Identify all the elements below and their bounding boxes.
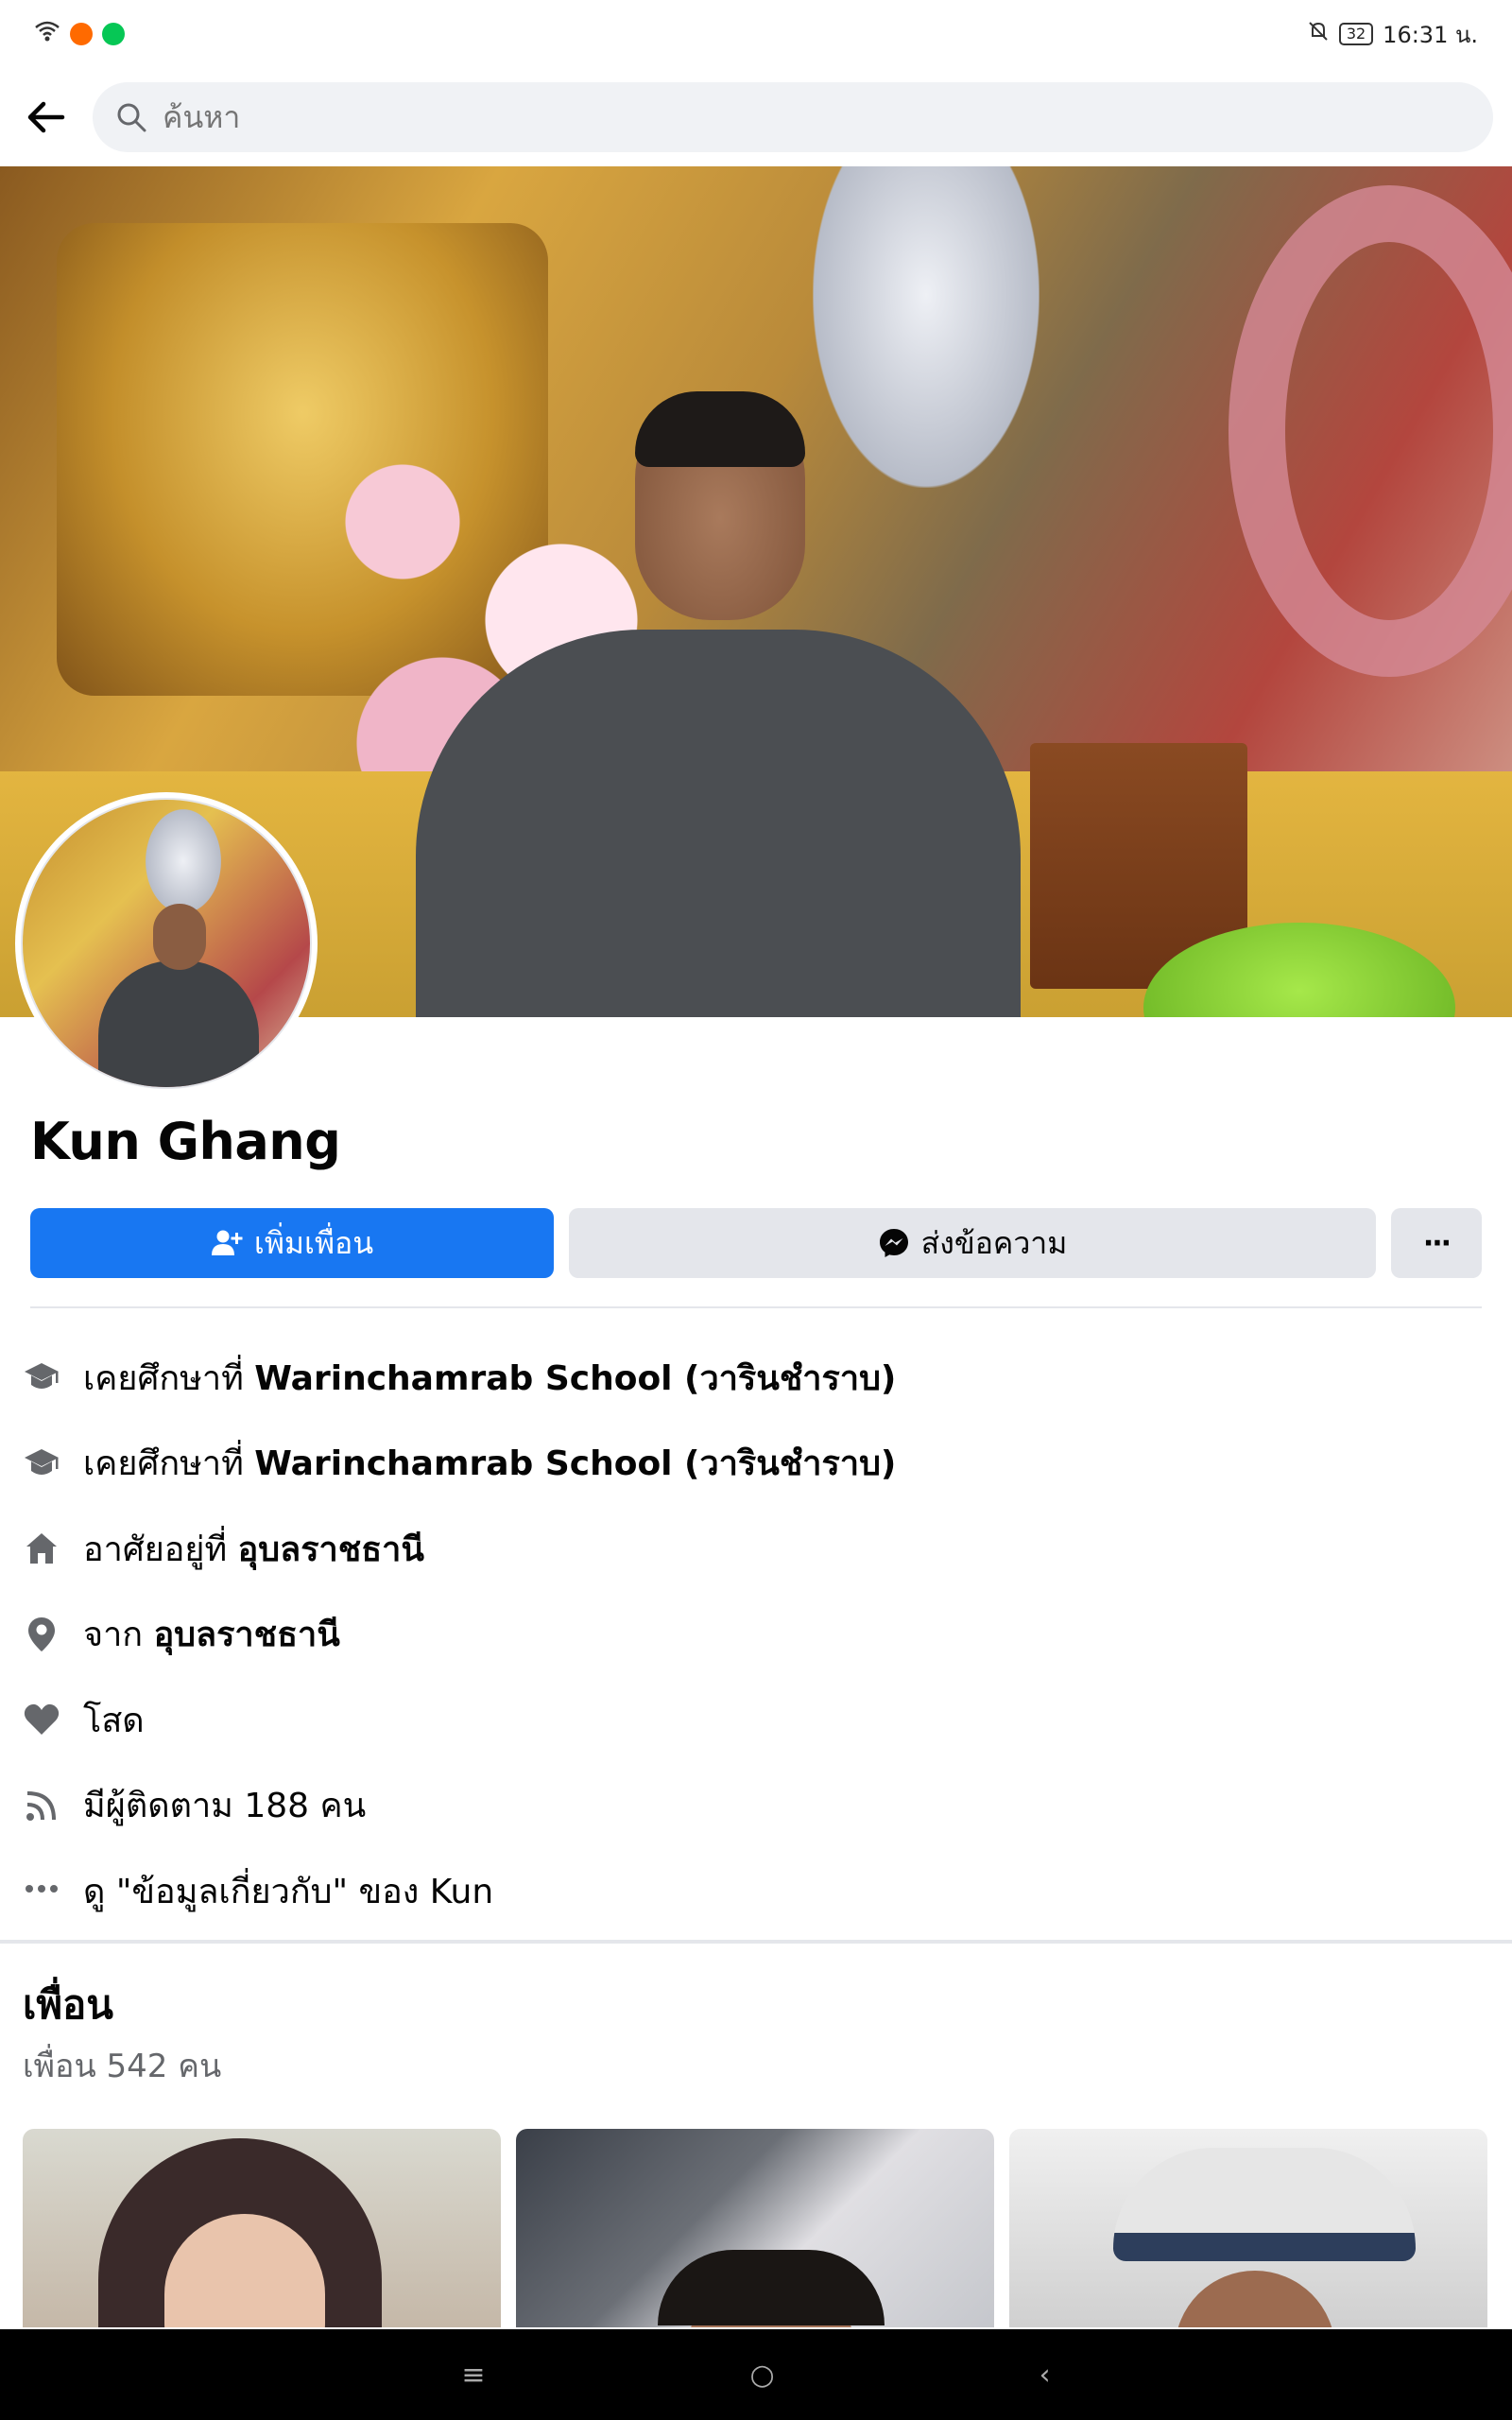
action-buttons: เพิ่มเพื่อน ส่งข้อความ ···: [30, 1208, 1482, 1278]
status-bar: 32 16:31 น.: [0, 0, 1512, 68]
friends-grid: [23, 2129, 1489, 2327]
intro-list: เคยศึกษาที่ Warinchamrab School (วารินชำ…: [21, 1335, 1495, 1934]
intro-text: เคยศึกษาที่ Warinchamrab School (วารินชำ…: [83, 1351, 896, 1405]
location-pin-icon: [21, 1614, 62, 1655]
intro-prefix: จาก: [83, 1616, 154, 1655]
cover-naga: [1228, 185, 1512, 677]
friend-card[interactable]: [1009, 2129, 1487, 2327]
home-icon: [21, 1528, 62, 1569]
followers-count: มีผู้ติดตาม 188 คน: [83, 1787, 367, 1826]
intro-text: เคยศึกษาที่ Warinchamrab School (วารินชำ…: [83, 1436, 896, 1490]
line-app-icon: [102, 23, 125, 45]
hometown-link[interactable]: อุบลราชธานี: [154, 1616, 340, 1654]
wifi-icon: [34, 20, 60, 48]
more-dots-icon: ···: [1422, 1226, 1452, 1260]
rss-icon: [21, 1785, 62, 1826]
intro-text: จาก อุบลราชธานี: [83, 1607, 340, 1661]
relationship-status: โสด: [83, 1701, 145, 1740]
section-divider-thick: [0, 1940, 1512, 1944]
messenger-icon: [879, 1229, 908, 1257]
add-friend-icon: [211, 1230, 243, 1255]
message-button[interactable]: ส่งข้อความ: [569, 1208, 1376, 1278]
message-label: ส่งข้อความ: [920, 1224, 1068, 1261]
intro-item-lives-in: อาศัยอยู่ที่ อุบลราชธานี: [21, 1506, 1495, 1592]
cover-person-hair: [635, 391, 805, 467]
friend-card[interactable]: [23, 2129, 501, 2327]
friend-photo-face: [1175, 2271, 1335, 2327]
school-link[interactable]: Warinchamrab School (วารินชำราบ): [254, 1444, 896, 1483]
see-about-link[interactable]: ดู "ข้อมูลเกี่ยวกับ" ของ Kun: [83, 1864, 493, 1918]
back-button[interactable]: [19, 91, 72, 144]
more-dots-icon: [21, 1870, 62, 1911]
school-link[interactable]: Warinchamrab School (วารินชำราบ): [254, 1359, 896, 1398]
graduation-cap-icon: [21, 1357, 62, 1398]
status-left: [34, 20, 125, 48]
friends-title[interactable]: เพื่อน: [23, 1974, 113, 2036]
intro-prefix: อาศัยอยู่ที่: [83, 1530, 238, 1569]
status-right: 32 16:31 น.: [1307, 16, 1478, 53]
friend-photo-hair: [658, 2250, 885, 2325]
avatar-person-head: [153, 904, 206, 970]
battery-icon: 32: [1338, 23, 1374, 45]
cover-statue: [813, 166, 1040, 488]
graduation-cap-icon: [21, 1443, 62, 1484]
search-icon: [117, 103, 146, 132]
intro-item-followers[interactable]: มีผู้ติดตาม 188 คน: [21, 1763, 1495, 1849]
avatar-person-body: [98, 960, 259, 1087]
more-options-button[interactable]: ···: [1391, 1208, 1482, 1278]
city-link[interactable]: อุบลราชธานี: [238, 1530, 424, 1569]
intro-text: อาศัยอยู่ที่ อุบลราชธานี: [83, 1522, 424, 1576]
search-header: [0, 68, 1512, 166]
profile-name: Kun Ghang: [30, 1112, 341, 1171]
search-input[interactable]: [163, 99, 1470, 135]
arrow-left-icon: [27, 101, 65, 133]
friend-card[interactable]: [516, 2129, 994, 2327]
heart-icon: [21, 1699, 62, 1740]
back-nav-button[interactable]: ‹: [1040, 2359, 1051, 2392]
intro-item-from: จาก อุบลราชธานี: [21, 1592, 1495, 1678]
intro-prefix: เคยศึกษาที่: [83, 1444, 255, 1484]
intro-item-relationship: โสด: [21, 1677, 1495, 1763]
system-nav-bar: ≡ ○ ‹: [0, 2329, 1512, 2420]
app-notification-icon: [70, 23, 93, 45]
friends-count: เพื่อน 542 คน: [23, 2048, 222, 2085]
profile-avatar[interactable]: [15, 792, 318, 1095]
cover-person-body: [416, 630, 1021, 1017]
intro-item-see-about[interactable]: ดู "ข้อมูลเกี่ยวกับ" ของ Kun: [21, 1848, 1495, 1934]
search-box[interactable]: [93, 82, 1493, 152]
intro-item-education-1: เคยศึกษาที่ Warinchamrab School (วารินชำ…: [21, 1335, 1495, 1421]
menu-nav-button[interactable]: ≡: [461, 2359, 485, 2392]
avatar-image: [21, 798, 312, 1089]
add-friend-label: เพิ่มเพื่อน: [253, 1224, 374, 1261]
add-friend-button[interactable]: เพิ่มเพื่อน: [30, 1208, 554, 1278]
intro-prefix: เคยศึกษาที่: [83, 1358, 255, 1398]
mute-bell-icon: [1307, 20, 1330, 48]
clock: 16:31 น.: [1383, 21, 1478, 48]
avatar-statue: [146, 809, 221, 913]
intro-item-education-2: เคยศึกษาที่ Warinchamrab School (วารินชำ…: [21, 1421, 1495, 1507]
home-nav-button[interactable]: ○: [749, 2359, 774, 2392]
friend-photo-cap: [1113, 2148, 1416, 2261]
section-divider: [30, 1306, 1482, 1308]
